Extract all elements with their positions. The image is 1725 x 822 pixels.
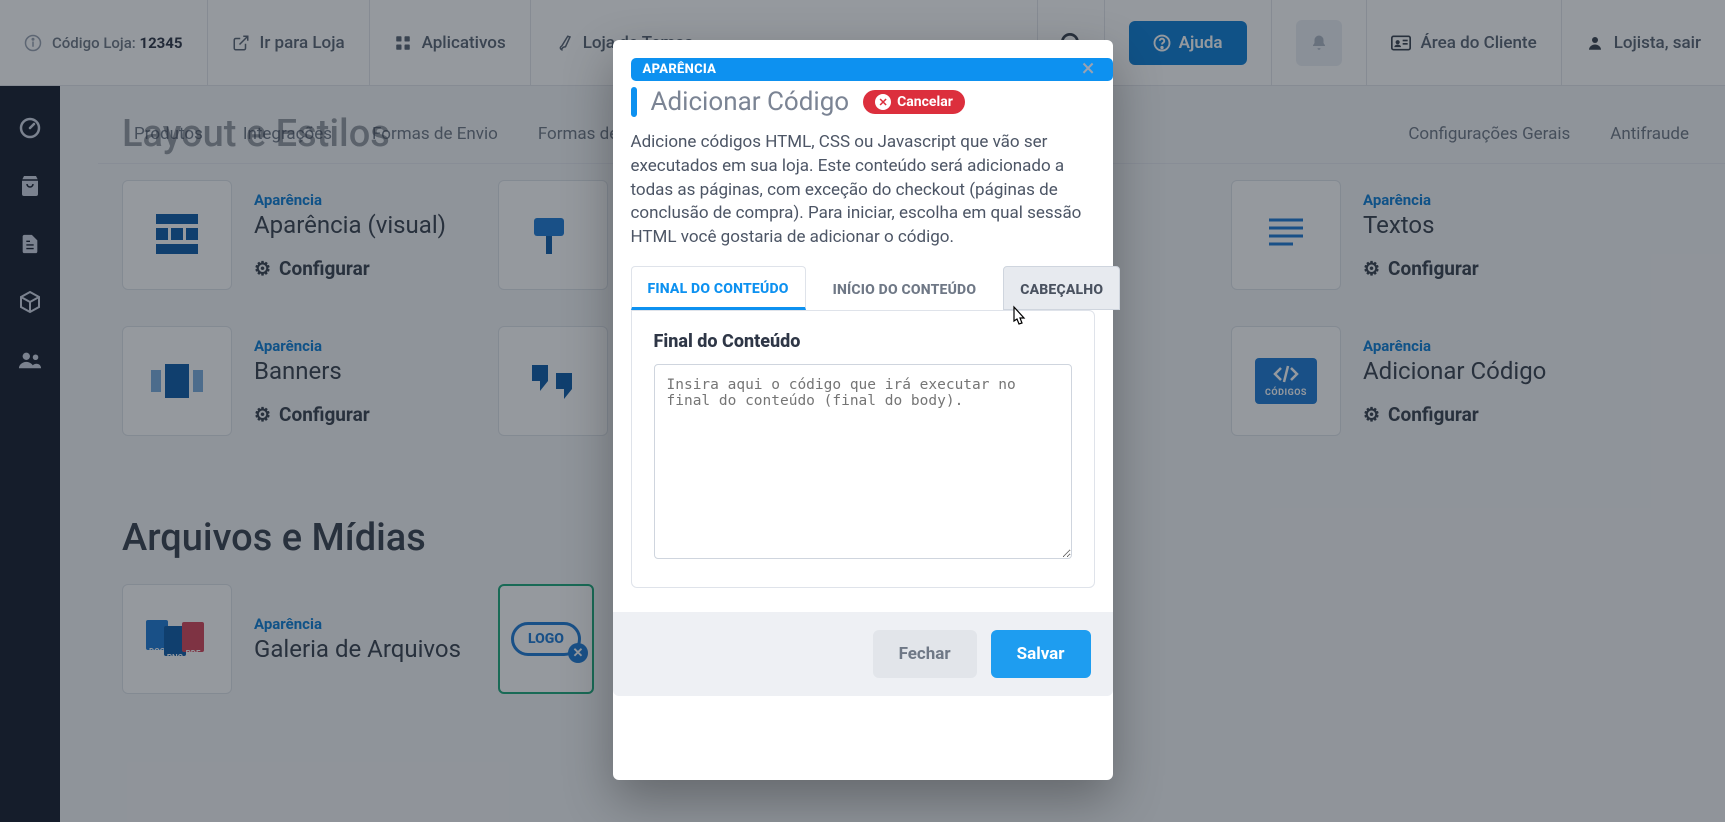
- tab-header[interactable]: CABEÇALHO: [1003, 266, 1120, 310]
- cancel-label: Cancelar: [897, 94, 953, 110]
- modal-category-badge: APARÊNCIA: [631, 58, 1113, 81]
- modal-description: Adicione códigos HTML, CSS ou Javascript…: [613, 131, 1113, 266]
- modal-close-button[interactable]: ×: [1082, 54, 1095, 82]
- cancel-icon: ✕: [875, 94, 891, 110]
- code-textarea[interactable]: [654, 364, 1072, 559]
- modal-tabs: FINAL DO CONTEÚDO INÍCIO DO CONTEÚDO CAB…: [613, 266, 1113, 310]
- add-code-modal: APARÊNCIA × Adicionar Código ✕ Cancelar …: [613, 40, 1113, 780]
- modal-title: Adicionar Código: [651, 87, 850, 117]
- tab-end-content[interactable]: FINAL DO CONTEÚDO: [631, 266, 806, 310]
- tab-start-content[interactable]: INÍCIO DO CONTEÚDO: [816, 266, 994, 310]
- modal-footer-save-button[interactable]: Salvar: [991, 630, 1091, 678]
- accent-bar: [631, 87, 637, 117]
- modal-overlay: APARÊNCIA × Adicionar Código ✕ Cancelar …: [0, 0, 1725, 822]
- modal-footer-close-button[interactable]: Fechar: [873, 630, 977, 678]
- code-panel: Final do Conteúdo: [631, 310, 1095, 588]
- panel-label: Final do Conteúdo: [654, 331, 1072, 352]
- cancel-button[interactable]: ✕ Cancelar: [863, 90, 965, 114]
